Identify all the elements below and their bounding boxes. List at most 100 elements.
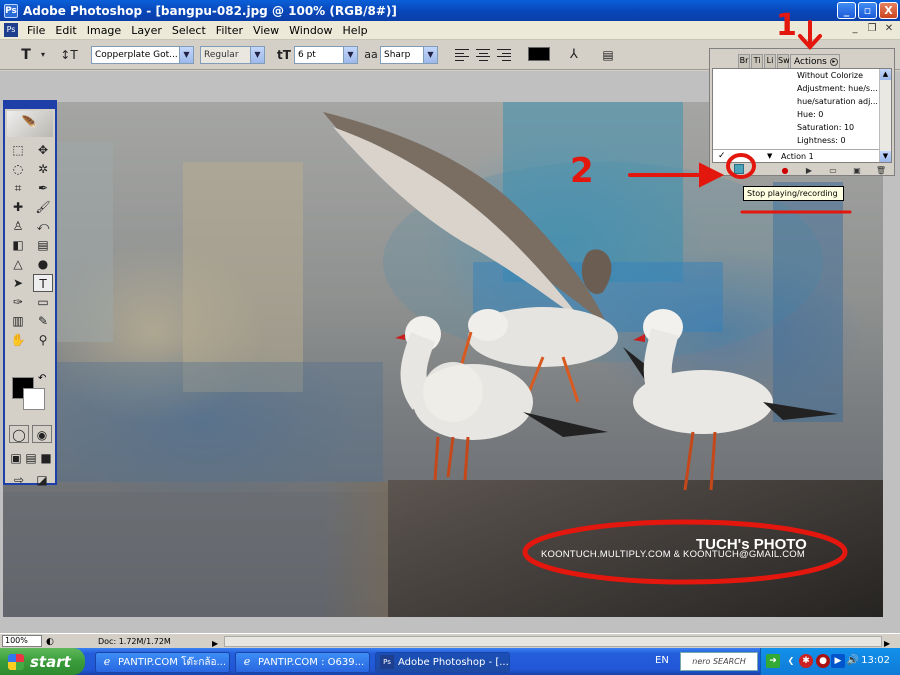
restore-button[interactable]: ▫ [858, 2, 877, 19]
palettes-icon[interactable]: ▤ [600, 45, 616, 65]
list-item[interactable]: Lightness: 0 [713, 134, 879, 147]
list-item[interactable]: Saturation: 10 [713, 121, 879, 134]
nero-search-box[interactable]: nero SEARCH [680, 652, 758, 671]
notes-tool-icon[interactable]: ▥ [8, 312, 28, 330]
minimize-button[interactable]: _ [837, 2, 856, 19]
type-tool-preset-icon[interactable]: T [16, 45, 36, 65]
tab-swatches[interactable]: Sw [777, 54, 790, 68]
hand-tool-icon[interactable]: ✋ [8, 331, 28, 349]
font-family-select[interactable]: Copperplate Got... ▼ [91, 46, 194, 64]
tab-tool-presets[interactable]: Ti [751, 54, 763, 68]
edit-in-imageready-icon[interactable]: ◪ [32, 471, 52, 489]
record-tray-icon[interactable]: ● [816, 654, 830, 668]
text-color-swatch[interactable] [528, 47, 550, 61]
menu-filter[interactable]: Filter [211, 24, 248, 37]
scroll-down-icon[interactable]: ▼ [880, 151, 891, 162]
disclosure-triangle-icon[interactable]: ▼ [767, 150, 772, 162]
menu-window[interactable]: Window [284, 24, 337, 37]
align-center-icon[interactable] [476, 48, 490, 62]
menu-file[interactable]: File [22, 24, 50, 37]
warp-text-icon[interactable]: ⅄ [566, 45, 582, 65]
healing-brush-tool-icon[interactable]: ✚ [8, 198, 28, 216]
new-action-icon[interactable]: ▣ [850, 165, 864, 176]
scroll-track[interactable] [880, 80, 891, 151]
shape-tool-icon[interactable]: ▭ [33, 293, 53, 311]
tab-actions[interactable]: Actions ▸ [790, 54, 840, 68]
checkmark-icon[interactable]: ✓ [718, 150, 726, 162]
menu-view[interactable]: View [248, 24, 284, 37]
pen-tool-icon[interactable]: ✑ [8, 293, 28, 311]
document-icon[interactable]: Ps [4, 23, 18, 37]
volume-icon[interactable]: 🔊 [846, 654, 860, 668]
blur-tool-icon[interactable]: △ [8, 255, 28, 273]
taskbar-item-photoshop[interactable]: Ps Adobe Photoshop - [... [375, 652, 510, 673]
trash-icon[interactable]: 🗑 [874, 165, 888, 176]
scroll-up-icon[interactable]: ▲ [880, 69, 891, 80]
path-selection-tool-icon[interactable]: ➤ [8, 274, 28, 292]
close-button[interactable]: X [879, 2, 898, 19]
menu-select[interactable]: Select [167, 24, 211, 37]
action-row[interactable]: ✓ ▼ Action 1 [713, 149, 879, 162]
full-screen-menu-icon[interactable]: ▤ [24, 449, 38, 467]
brush-tool-icon[interactable]: 🖌 [33, 198, 53, 216]
history-brush-tool-icon[interactable]: ⤺ [33, 217, 53, 235]
doc-minimize-icon[interactable]: _ [848, 23, 862, 36]
tab-brushes[interactable]: Br [738, 54, 750, 68]
gradient-tool-icon[interactable]: ▤ [33, 236, 53, 254]
menu-layer[interactable]: Layer [126, 24, 167, 37]
new-set-icon[interactable]: ▭ [826, 165, 840, 176]
crop-tool-icon[interactable]: ⌗ [8, 179, 28, 197]
doc-restore-icon[interactable]: ❐ [865, 23, 879, 36]
actions-list[interactable]: Without Colorize Adjustment: hue/s... hu… [712, 68, 892, 163]
magic-wand-tool-icon[interactable]: ✲ [33, 160, 53, 178]
align-right-icon[interactable] [497, 48, 511, 62]
move-tool-icon[interactable]: ✥ [33, 141, 53, 159]
list-item[interactable]: hue/saturation adj... [713, 95, 879, 108]
list-item[interactable]: Adjustment: hue/s... [713, 82, 879, 95]
eyedropper-tool-icon[interactable]: ✎ [33, 312, 53, 330]
jump-to-imageready-icon[interactable]: ⇨ [9, 471, 29, 489]
align-left-icon[interactable] [455, 48, 469, 62]
text-orientation-icon[interactable]: ↕T [60, 45, 78, 65]
standard-mode-icon[interactable]: ◯ [9, 425, 29, 443]
type-tool-icon[interactable]: T [33, 274, 53, 292]
standard-screen-icon[interactable]: ▣ [9, 449, 23, 467]
quick-mask-mode-icon[interactable]: ◉ [32, 425, 52, 443]
language-indicator[interactable]: EN [655, 655, 669, 666]
go-arrow-icon[interactable]: ➜ [766, 654, 780, 668]
record-button[interactable]: ● [778, 165, 792, 176]
taskbar-item-pantip-2[interactable]: ℯ PANTIP.COM : O639... [235, 652, 370, 673]
tray-chevron-icon[interactable]: ❮ [784, 654, 798, 668]
full-screen-icon[interactable]: ■ [39, 449, 53, 467]
slice-tool-icon[interactable]: ✒ [33, 179, 53, 197]
list-item[interactable]: Hue: 0 [713, 108, 879, 121]
chevron-down-icon[interactable]: ▾ [38, 45, 48, 65]
antialias-select[interactable]: Sharp ▼ [380, 46, 438, 64]
menu-help[interactable]: Help [338, 24, 373, 37]
horizontal-scrollbar[interactable] [224, 636, 882, 647]
play-button[interactable]: ▶ [802, 165, 816, 176]
lasso-tool-icon[interactable]: ◌ [8, 160, 28, 178]
dodge-tool-icon[interactable]: ● [33, 255, 53, 273]
photo-canvas[interactable]: TUCH's PHOTO KOONTUCH.MULTIPLY.COM & KOO… [3, 102, 883, 617]
marquee-tool-icon[interactable]: ⬚ [8, 141, 28, 159]
list-item[interactable]: Without Colorize [713, 69, 879, 82]
tab-layer-comps[interactable]: Li [764, 54, 776, 68]
eraser-tool-icon[interactable]: ◧ [8, 236, 28, 254]
background-color-swatch[interactable] [23, 388, 45, 410]
swap-colors-icon[interactable]: ↶ [38, 373, 46, 384]
menu-image[interactable]: Image [82, 24, 126, 37]
antivirus-icon[interactable]: ✱ [799, 654, 813, 668]
media-player-icon[interactable]: ▶ [831, 654, 845, 668]
palette-scrollbar[interactable]: ▲ ▼ [879, 69, 891, 162]
font-size-select[interactable]: 6 pt ▼ [294, 46, 358, 64]
taskbar-item-pantip-1[interactable]: ℯ PANTIP.COM โต๊ะกล้อ... [95, 652, 230, 673]
font-style-select[interactable]: Regular ▼ [200, 46, 265, 64]
menu-edit[interactable]: Edit [50, 24, 81, 37]
palette-menu-icon[interactable]: ▸ [829, 57, 838, 66]
zoom-level-field[interactable]: 100% [2, 635, 42, 647]
start-button[interactable]: start [0, 648, 85, 675]
clone-stamp-tool-icon[interactable]: ♙ [8, 217, 28, 235]
zoom-tool-icon[interactable]: ⚲ [33, 331, 53, 349]
doc-close-icon[interactable]: ✕ [882, 23, 896, 36]
